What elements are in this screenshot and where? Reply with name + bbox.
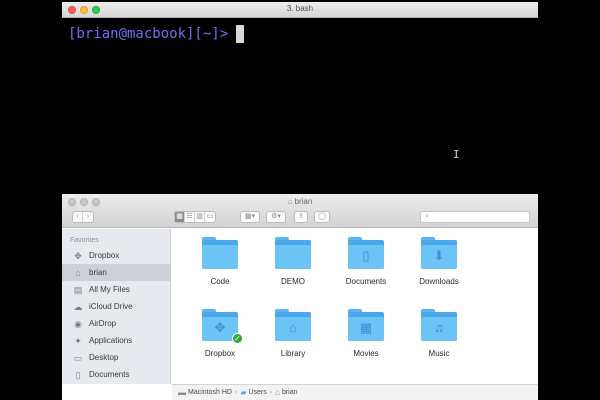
list-view-button[interactable]: ☰ (185, 212, 195, 222)
sidebar-item-brian[interactable]: ⌂ brian (62, 264, 170, 281)
cloud-icon: ☁ (73, 301, 83, 312)
action-gear-button[interactable]: ⚙▾ (266, 211, 286, 223)
column-view-button[interactable]: ▥ (195, 212, 205, 222)
sidebar-item-label: brian (89, 268, 107, 277)
folder-item[interactable]: ▦ Movies (326, 309, 406, 379)
folder-label: Dropbox (204, 349, 236, 358)
home-icon: ⌂ (75, 267, 81, 278)
sidebar-heading-favorites: Favorites (70, 237, 99, 244)
folder-icon (202, 237, 238, 269)
sidebar-item-downloads[interactable]: ⊕Downloads (62, 383, 170, 384)
disk-icon: ▬ (178, 388, 186, 397)
forward-button[interactable]: › (83, 212, 93, 222)
documents-icon: ▯ (75, 369, 81, 380)
shell-prompt: [brian@macbook][~]> (68, 26, 229, 42)
sidebar-item-applications[interactable]: ✦ Applications (62, 332, 170, 349)
home-icon: ⌂ (275, 388, 280, 397)
folder-icon: ▯ (348, 237, 384, 269)
folder-icon (275, 237, 311, 269)
sidebar-item-label: iCloud Drive (89, 302, 133, 311)
folder-item[interactable]: ✥ ✓ Dropbox (180, 309, 260, 379)
sidebar-item-icloud-drive[interactable]: ☁ iCloud Drive (62, 298, 170, 315)
terminal-titlebar[interactable]: 3. bash (62, 2, 538, 18)
finder-window: ⌂ brian ‹ › ▦ ☰ ▥ ▭ ▦▾ ⚙▾ ⇪ ◯ ⌕ Favorites (62, 194, 538, 400)
ibeam-cursor-icon: I (453, 148, 460, 161)
dropbox-icon: ✥ (74, 250, 82, 261)
path-item[interactable]: brian (282, 389, 298, 396)
sidebar-item-label: Desktop (89, 353, 119, 362)
sidebar-item-desktop[interactable]: ▭ Desktop (62, 349, 170, 366)
sidebar-item-label: Documents (89, 370, 130, 379)
folder-icon: ⌂ (275, 309, 311, 341)
applications-icon: ✦ (74, 335, 82, 346)
folder-label: Downloads (419, 277, 459, 286)
folder-icon: ⬇ (421, 237, 457, 269)
sync-check-icon: ✓ (232, 333, 243, 344)
sidebar-item-documents[interactable]: ▯ Documents (62, 366, 170, 383)
sidebar-item-dropbox[interactable]: ✥ Dropbox (62, 247, 170, 264)
sidebar-item-label: AirDrop (89, 319, 117, 328)
tags-button[interactable]: ◯ (314, 211, 330, 223)
folder-item[interactable]: ⬇ Downloads (399, 237, 479, 307)
arrange-button[interactable]: ▦▾ (240, 211, 260, 223)
sidebar-item-label: Applications (89, 336, 133, 345)
sidebar-item-label: All My Files (89, 285, 130, 294)
file-grid: Code DEMO ▯ Documents ⬇ Downloads ✥ ✓ Dropbox ⌂ Li… (172, 229, 538, 384)
terminal-body[interactable]: [brian@macbook][~]> I (62, 19, 538, 192)
path-bar: ▬ Macintosh HD › ▰ Users › ⌂ brian (172, 384, 538, 400)
sidebar-item-airdrop[interactable]: ◉ AirDrop (62, 315, 170, 332)
share-button[interactable]: ⇪ (294, 211, 308, 223)
airdrop-icon: ◉ (74, 318, 82, 329)
search-input[interactable]: ⌕ (420, 211, 530, 223)
finder-toolbar: ⌂ brian ‹ › ▦ ☰ ▥ ▭ ▦▾ ⚙▾ ⇪ ◯ ⌕ (62, 194, 538, 228)
terminal-window: 3. bash [brian@macbook][~]> I (62, 2, 538, 192)
finder-sidebar: Favorites ✥ Dropbox ⌂ brian ▤ All My Files ☁ iC… (62, 229, 171, 384)
folder-icon: ▦ (348, 309, 384, 341)
folder-label: Code (210, 277, 230, 286)
folder-item[interactable]: ▯ Documents (326, 237, 406, 307)
folder-label: Movies (353, 349, 379, 358)
search-icon: ⌕ (425, 213, 429, 220)
back-button[interactable]: ‹ (73, 212, 83, 222)
sidebar-item-all-my-files[interactable]: ▤ All My Files (62, 281, 170, 298)
path-item[interactable]: Macintosh HD (188, 389, 232, 396)
desktop-icon: ▭ (73, 352, 83, 363)
sidebar-item-label: Dropbox (89, 251, 120, 260)
prompt-line[interactable]: [brian@macbook][~]> (68, 25, 245, 43)
folder-label: Documents (345, 277, 387, 286)
finder-title-text: brian (294, 197, 313, 206)
icon-view-button[interactable]: ▦ (175, 212, 185, 222)
folder-item[interactable]: DEMO (253, 237, 333, 307)
folder-item[interactable]: ♫ Music (399, 309, 479, 379)
folder-label: Library (280, 349, 306, 358)
all-files-icon: ▤ (73, 284, 83, 295)
folder-label: Music (428, 349, 450, 358)
path-item[interactable]: Users (248, 389, 266, 396)
view-mode-buttons: ▦ ☰ ▥ ▭ (174, 211, 216, 223)
cover-flow-button[interactable]: ▭ (205, 212, 215, 222)
folder-label: DEMO (281, 277, 305, 286)
finder-title: ⌂ brian (62, 197, 538, 206)
screen: 3. bash [brian@macbook][~]> I ⌂ brian ‹ ›… (0, 0, 600, 400)
terminal-title: 3. bash (286, 4, 314, 13)
back-forward-buttons: ‹ › (72, 211, 94, 223)
folder-icon: ✥ ✓ (202, 309, 243, 344)
folder-item[interactable]: ⌂ Library (253, 309, 333, 379)
folder-icon: ▰ (240, 388, 247, 397)
folder-item[interactable]: Code (180, 237, 260, 307)
text-cursor (236, 25, 245, 43)
folder-icon: ♫ (421, 309, 457, 341)
home-folder-icon: ⌂ (287, 197, 293, 206)
